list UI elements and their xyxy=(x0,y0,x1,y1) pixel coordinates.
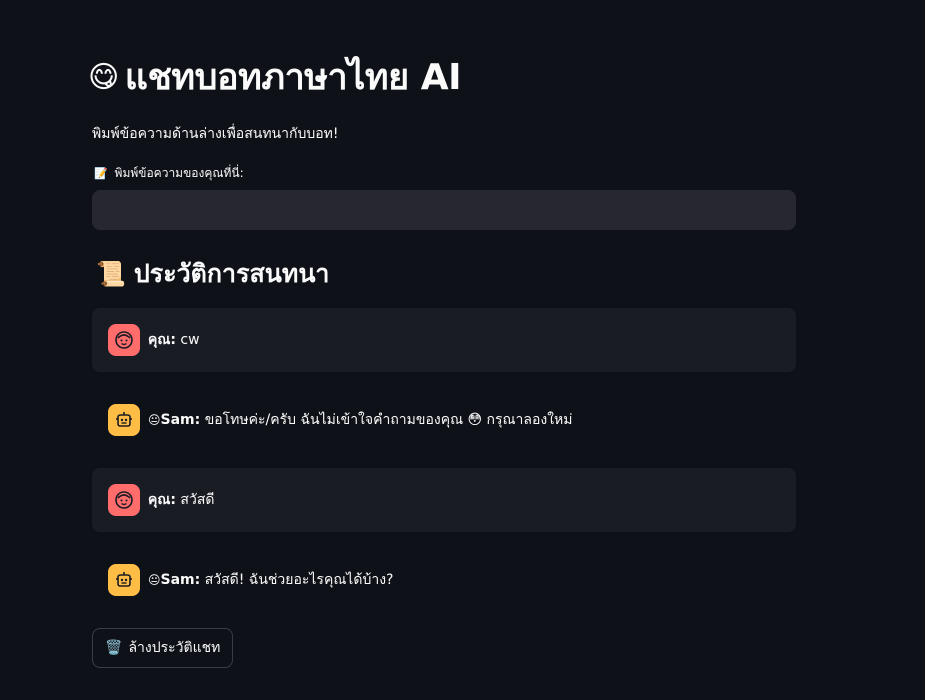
chat-message-user: คุณ: cw xyxy=(92,308,796,372)
chat-message-text: 😐Sam: ขอโทษค่ะ/ครับ ฉันไม่เข้าใจคำถามของ… xyxy=(148,410,573,430)
speaker-label: Sam: xyxy=(160,412,201,428)
robot-icon xyxy=(108,404,140,436)
chat-message-bot: 😐Sam: สวัสดี! ฉันช่วยอะไรคุณได้บ้าง? xyxy=(92,548,796,612)
page-title-text: แชทบอทภาษาไทย AI xyxy=(124,57,462,98)
input-label-text: พิมพ์ข้อความของคุณที่นี่: xyxy=(114,166,244,180)
page-subtitle: พิมพ์ข้อความด้านล่างเพื่อสนทนากับบอท! xyxy=(92,126,339,142)
chat-message-user: คุณ: สวัสดี xyxy=(92,468,796,532)
history-title-text: ประวัติการสนทนา xyxy=(133,259,330,288)
neutral-face-icon: 😐 xyxy=(148,413,161,427)
chat-message-text: 😐Sam: สวัสดี! ฉันช่วยอะไรคุณได้บ้าง? xyxy=(148,570,393,590)
chat-message-bot: 😐Sam: ขอโทษค่ะ/ครับ ฉันไม่เข้าใจคำถามของ… xyxy=(92,388,796,452)
scroll-icon: 📜 xyxy=(96,260,126,288)
yum-face-icon: 😋 xyxy=(88,60,119,95)
clear-history-label: ล้างประวัติแชท xyxy=(128,640,221,656)
message-content: สวัสดี! ฉันช่วยอะไรคุณได้บ้าง? xyxy=(204,572,394,588)
speaker-label: คุณ: xyxy=(148,492,176,508)
speaker-label: คุณ: xyxy=(148,332,176,348)
message-content: สวัสดี xyxy=(180,492,215,508)
user-face-icon xyxy=(108,324,140,356)
message-input[interactable] xyxy=(92,190,796,230)
wastebasket-icon: 🗑️ xyxy=(105,640,123,656)
page-title: 😋 แชทบอทภาษาไทย AI xyxy=(88,52,461,104)
robot-icon xyxy=(108,564,140,596)
neutral-face-icon: 😐 xyxy=(148,573,161,587)
memo-icon: 📝 xyxy=(94,167,108,180)
speaker-label: Sam: xyxy=(160,572,201,588)
input-label: 📝 พิมพ์ข้อความของคุณที่นี่: xyxy=(94,164,244,183)
app-root: 😋 แชทบอทภาษาไทย AI พิมพ์ข้อความด้านล่างเ… xyxy=(0,0,925,700)
chat-message-text: คุณ: cw xyxy=(148,330,200,350)
message-content: cw xyxy=(180,332,200,348)
history-title: 📜 ประวัติการสนทนา xyxy=(96,254,329,294)
chat-message-text: คุณ: สวัสดี xyxy=(148,490,214,510)
user-face-icon xyxy=(108,484,140,516)
message-content: ขอโทษค่ะ/ครับ ฉันไม่เข้าใจคำถามของคุณ 😳 … xyxy=(204,412,573,428)
clear-history-button[interactable]: 🗑️ ล้างประวัติแชท xyxy=(92,628,234,668)
